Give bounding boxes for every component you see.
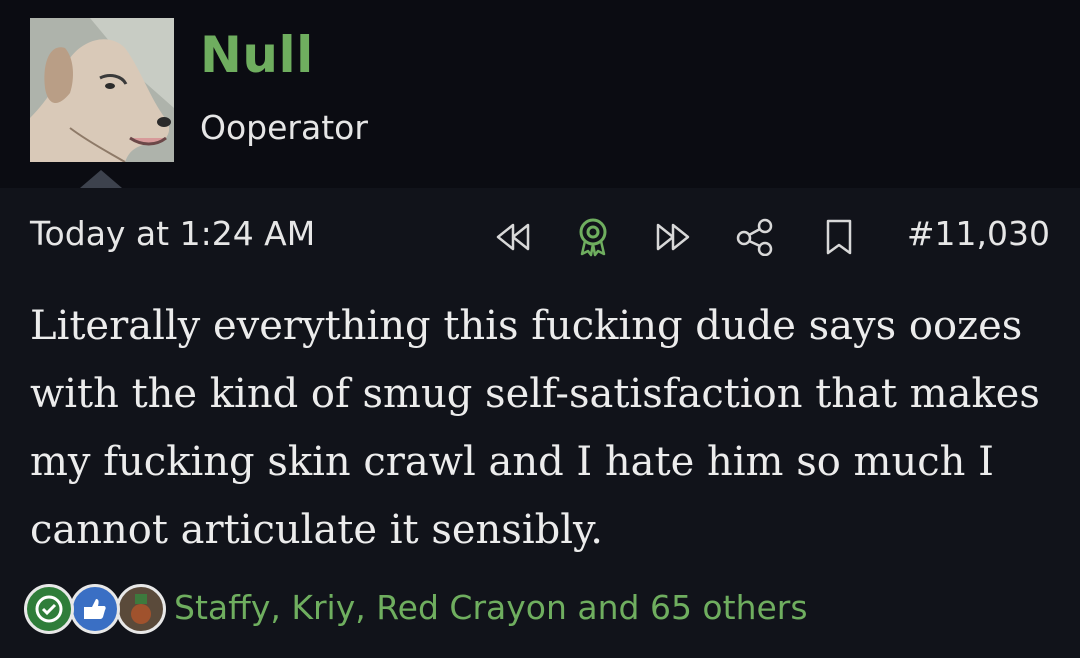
dog-avatar-image	[30, 18, 174, 162]
post-message: Literally everything this fucking dude s…	[30, 303, 1040, 553]
reactions-bar[interactable]: Staffy, Kriy, Red Crayon and 65 others	[24, 580, 1054, 640]
avatar[interactable]	[30, 18, 174, 162]
post-number-link[interactable]: #11,030	[907, 214, 1050, 253]
user-title: Ooperator	[200, 108, 368, 147]
check-reaction-icon	[24, 584, 74, 634]
medal-reaction-icon	[116, 584, 166, 634]
post-date[interactable]: Today at 1:24 AM	[30, 214, 315, 253]
reaction-icons	[24, 580, 174, 640]
thumbs-up-reaction-icon	[70, 584, 120, 634]
post-meta-row: Today at 1:24 AM #11,030	[30, 214, 1050, 260]
reactions-summary-link[interactable]: Staffy, Kriy, Red Crayon and 65 others	[174, 588, 808, 627]
avatar-pointer	[80, 170, 122, 188]
share-icon[interactable]	[734, 216, 776, 258]
bookmark-icon[interactable]	[818, 216, 860, 258]
username[interactable]: Null	[200, 26, 314, 84]
award-icon[interactable]	[572, 216, 614, 258]
post-header: Null Ooperator	[0, 0, 1080, 188]
fast-forward-icon[interactable]	[652, 216, 694, 258]
rewind-icon[interactable]	[492, 216, 534, 258]
